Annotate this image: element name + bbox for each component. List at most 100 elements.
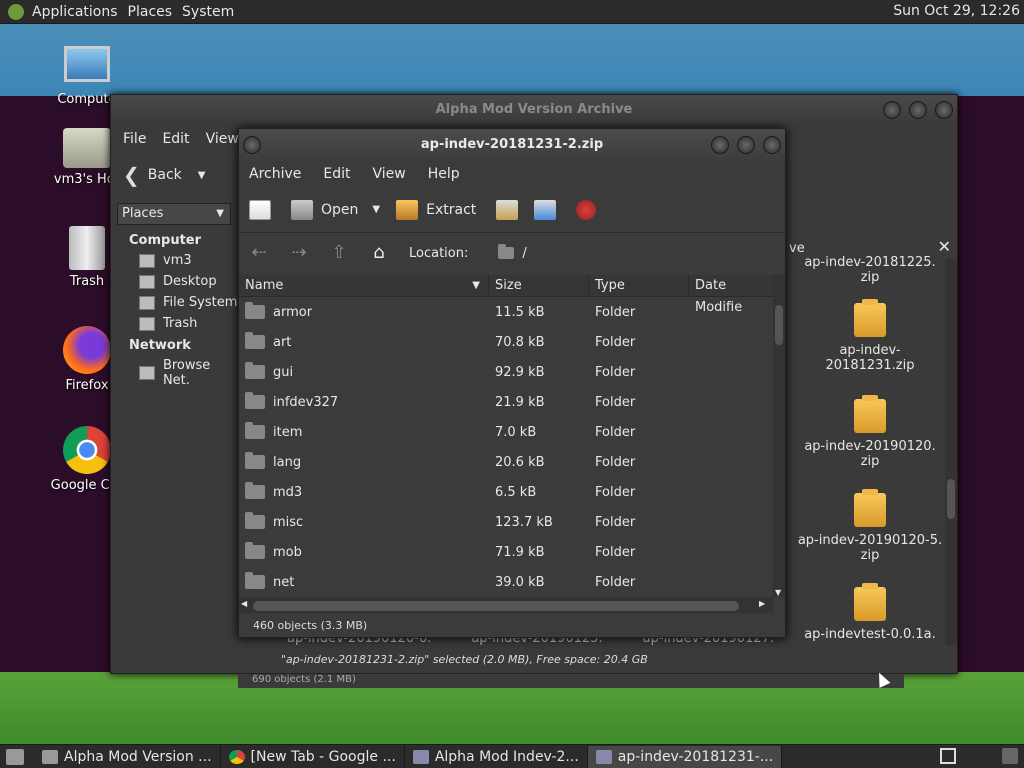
forward-arrow-icon[interactable]: ⇢ — [289, 243, 309, 263]
file-item[interactable]: ap-indev-20181231.zip — [795, 299, 945, 373]
window-menu-button[interactable] — [243, 136, 261, 154]
table-row[interactable]: md3 6.5 kB Folder — [239, 477, 773, 507]
vertical-scrollbar[interactable]: ▼ — [773, 275, 785, 597]
location-field[interactable]: / — [498, 244, 527, 261]
cell-name: gui — [239, 362, 489, 380]
places-dropdown[interactable]: Places ▼ — [117, 203, 231, 225]
menu-file[interactable]: File — [123, 131, 146, 147]
new-archive-icon[interactable] — [249, 199, 271, 220]
window-title[interactable]: Alpha Mod Version Archive — [111, 95, 957, 125]
column-header-type[interactable]: Type — [589, 275, 689, 296]
table-row[interactable]: infdev327 21.9 kB Folder — [239, 387, 773, 417]
menu-view[interactable]: View — [373, 166, 406, 182]
vertical-scrollbar[interactable] — [945, 259, 957, 645]
chevron-down-icon[interactable]: ▼ — [198, 170, 206, 181]
menu-view[interactable]: View — [206, 131, 239, 147]
table-row[interactable]: net 39.0 kB Folder — [239, 567, 773, 597]
menu-archive[interactable]: Archive — [249, 166, 301, 182]
clock[interactable]: Sun Oct 29, 12:26 — [893, 3, 1020, 19]
back-arrow-icon[interactable]: ❮ — [123, 163, 140, 187]
zip-file-icon — [854, 489, 886, 527]
menu-edit[interactable]: Edit — [162, 131, 189, 147]
folder-icon — [245, 572, 265, 589]
home-icon[interactable]: ⌂ — [369, 243, 389, 263]
scroll-left-arrow-icon[interactable]: ◀ — [241, 599, 247, 608]
home-icon — [139, 253, 155, 268]
cell-name: armor — [239, 302, 489, 320]
location-value: / — [522, 245, 527, 261]
table-row[interactable]: lang 20.6 kB Folder — [239, 447, 773, 477]
file-item[interactable]: ap-indev-20181225. zip — [795, 255, 945, 285]
sidebar-item-trash[interactable]: Trash — [111, 313, 241, 334]
menu-edit[interactable]: Edit — [323, 166, 350, 182]
add-folder-icon[interactable] — [534, 199, 557, 220]
stop-icon[interactable] — [576, 199, 597, 220]
table-row[interactable]: mob 71.9 kB Folder — [239, 537, 773, 567]
system-menu[interactable]: System — [182, 4, 244, 20]
sidebar-item-desktop[interactable]: Desktop — [111, 271, 241, 292]
trash-icon — [69, 226, 105, 270]
table-row[interactable]: item 7.0 kB Folder — [239, 417, 773, 447]
close-button[interactable] — [763, 136, 781, 154]
archive-icon — [412, 749, 429, 764]
file-name: mob — [273, 544, 302, 560]
menu-help[interactable]: Help — [428, 166, 460, 182]
add-files-icon[interactable] — [496, 199, 519, 220]
column-header-date-modified[interactable]: Date Modifie — [689, 275, 773, 315]
trash-applet-icon[interactable] — [1002, 748, 1018, 764]
workspace-switcher[interactable] — [940, 748, 956, 764]
back-button[interactable]: Back — [148, 167, 182, 183]
open-button[interactable]: Open — [291, 199, 358, 220]
file-item[interactable]: ap-indevtest-0.0.1a. — [795, 583, 945, 642]
firefox-icon — [63, 326, 111, 374]
file-item[interactable]: ap-indev-20190120-5. zip — [795, 489, 945, 563]
up-arrow-icon[interactable]: ⇧ — [329, 243, 349, 263]
scrollbar-thumb[interactable] — [775, 305, 783, 345]
top-panel: Applications Places System Sun Oct 29, 1… — [0, 0, 1024, 24]
sidebar-item-browse-network[interactable]: Browse Net. — [111, 355, 241, 391]
close-button[interactable] — [935, 101, 953, 119]
taskbar-button[interactable]: ap-indev-20181231-... — [587, 745, 783, 768]
minimize-button[interactable] — [711, 136, 729, 154]
file-list[interactable]: Name ▼ Size Type Date Modifie armor 11.5 k… — [239, 275, 773, 597]
applications-menu[interactable]: Applications — [32, 4, 128, 20]
chevron-down-icon[interactable]: ▼ — [372, 204, 380, 215]
horizontal-scrollbar[interactable]: ◀ ▶ — [239, 597, 773, 613]
show-desktop-icon[interactable] — [6, 748, 24, 765]
extract-button[interactable]: Extract — [396, 199, 476, 220]
desktop-icon-label: Firefox — [65, 378, 109, 393]
sidebar-header-network: Network — [129, 338, 191, 353]
sidebar-item-file-system[interactable]: File System — [111, 292, 241, 313]
gnome-foot-icon[interactable] — [8, 3, 24, 20]
table-row[interactable]: armor 11.5 kB Folder — [239, 297, 773, 327]
places-menu[interactable]: Places — [128, 4, 183, 20]
close-icon[interactable]: ✕ — [938, 237, 951, 256]
taskbar-button[interactable]: Alpha Mod Version ... — [34, 745, 221, 768]
sidebar-item-label: Browse Net. — [162, 358, 211, 388]
column-header-size[interactable]: Size — [489, 275, 589, 296]
file-label: ap-indev-20190120-5. zip — [797, 533, 943, 563]
taskbar-button[interactable]: [New Tab - Google ... — [221, 745, 405, 768]
toolbar: Open ▼ Extract — [239, 187, 785, 233]
maximize-button[interactable] — [909, 101, 927, 119]
scroll-right-arrow-icon[interactable]: ▶ — [759, 599, 765, 608]
cell-name: item — [239, 422, 489, 440]
minimize-button[interactable] — [883, 101, 901, 119]
table-row[interactable]: misc 123.7 kB Folder — [239, 507, 773, 537]
file-icon-view[interactable]: ve ✕ ap-indev-20181225. zip ap-indev-201… — [789, 235, 957, 645]
file-item[interactable]: ap-indev-20190120. zip — [795, 395, 945, 469]
scrollbar-thumb[interactable] — [253, 601, 739, 611]
scroll-down-arrow-icon[interactable]: ▼ — [775, 588, 781, 597]
column-header-name[interactable]: Name ▼ — [239, 275, 489, 296]
table-row[interactable]: art 70.8 kB Folder — [239, 327, 773, 357]
file-name: armor — [273, 304, 313, 320]
cell-type: Folder — [595, 544, 636, 560]
taskbar-button[interactable]: Alpha Mod Indev-2... — [405, 745, 588, 768]
sidebar-item-vm3[interactable]: vm3 — [111, 250, 241, 271]
table-row[interactable]: gui 92.9 kB Folder — [239, 357, 773, 387]
window-title[interactable]: ap-indev-20181231-2.zip — [239, 129, 785, 161]
scrollbar-thumb[interactable] — [947, 479, 955, 519]
archive-manager-window[interactable]: ap-indev-20181231-2.zip Archive Edit Vie… — [238, 128, 786, 638]
maximize-button[interactable] — [737, 136, 755, 154]
back-arrow-icon[interactable]: ⇠ — [249, 243, 269, 263]
